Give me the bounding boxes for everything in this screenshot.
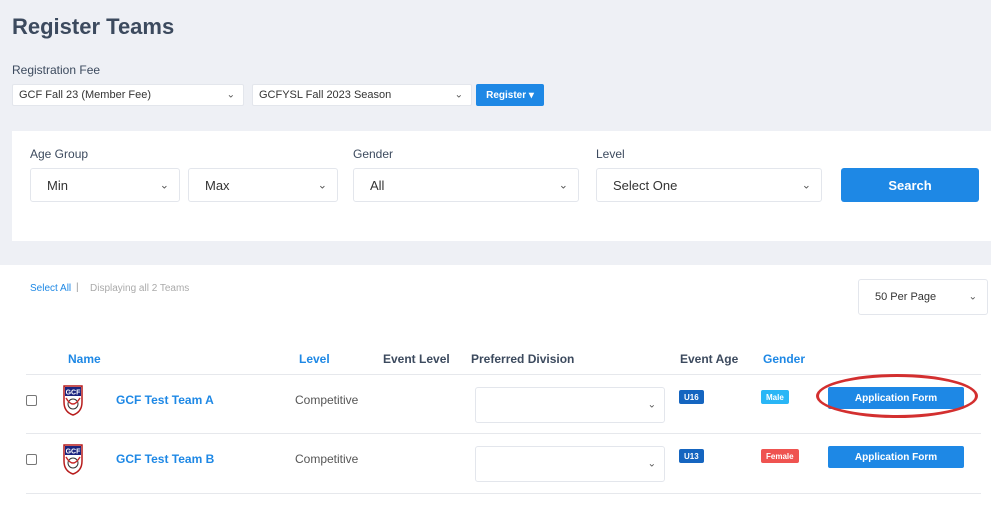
gender-label: Gender <box>353 147 394 161</box>
age-max-value: Max <box>205 177 230 193</box>
age-min-value: Min <box>47 177 68 193</box>
register-button[interactable]: Register ▾ <box>476 84 544 106</box>
per-page-select[interactable]: 50 Per Page ⌄ <box>858 279 988 315</box>
chevron-down-icon: ⌄ <box>226 89 235 101</box>
table-row: GCF GCF Test Team B Competitive ⌄ U13 Fe… <box>12 440 991 496</box>
season-select-value: GCFYSL Fall 2023 Season <box>259 89 392 101</box>
chevron-down-icon: ⌄ <box>647 399 656 411</box>
chevron-down-icon: ⌄ <box>159 179 169 192</box>
age-max-select[interactable]: Max ⌄ <box>188 168 338 202</box>
gender-select-value: All <box>370 177 385 193</box>
results-panel: Select All | Displaying all 2 Teams 50 P… <box>12 265 991 508</box>
chevron-down-icon: ⌄ <box>317 179 327 192</box>
chevron-down-icon: ⌄ <box>558 179 568 192</box>
gcf-logo-icon: GCF <box>63 444 83 475</box>
column-header-name[interactable]: Name <box>68 352 101 366</box>
team-level: Competitive <box>295 452 359 466</box>
highlight-circle <box>816 374 978 418</box>
gcf-logo-icon: GCF <box>63 385 83 416</box>
column-header-event-level: Event Level <box>383 352 450 366</box>
event-age-badge: U13 <box>679 449 704 463</box>
svg-text:GCF: GCF <box>66 390 82 397</box>
row-checkbox[interactable] <box>26 454 37 465</box>
level-select-value: Select One <box>613 177 678 193</box>
gender-badge: Female <box>761 449 799 463</box>
search-button[interactable]: Search <box>841 168 979 202</box>
team-level: Competitive <box>295 393 359 407</box>
select-all-link[interactable]: Select All <box>30 283 71 294</box>
page-title: Register Teams <box>12 14 175 39</box>
per-page-value: 50 Per Page <box>875 291 937 303</box>
column-header-gender[interactable]: Gender <box>763 352 805 366</box>
chevron-down-icon: ⌄ <box>647 458 656 470</box>
preferred-division-select[interactable]: ⌄ <box>475 446 665 482</box>
level-select[interactable]: Select One ⌄ <box>596 168 822 202</box>
column-header-level[interactable]: Level <box>299 352 330 366</box>
displaying-count: Displaying all 2 Teams <box>90 283 190 294</box>
separator: | <box>76 282 79 293</box>
registration-fee-label: Registration Fee <box>12 63 101 77</box>
table-row: GCF GCF Test Team A Competitive ⌄ U16 Ma… <box>12 374 991 437</box>
season-select[interactable]: GCFYSL Fall 2023 Season ⌄ <box>252 84 472 106</box>
application-form-button[interactable]: Application Form <box>828 446 964 468</box>
svg-text:GCF: GCF <box>66 449 82 456</box>
gender-badge: Male <box>761 390 789 404</box>
row-checkbox[interactable] <box>26 395 37 406</box>
chevron-down-icon: ⌄ <box>801 179 811 192</box>
team-name-link[interactable]: GCF Test Team B <box>116 452 214 466</box>
chevron-down-icon: ⌄ <box>454 89 463 101</box>
page-header-area: Register Teams Registration Fee GCF Fall… <box>0 0 991 265</box>
row-divider <box>26 433 981 434</box>
gender-select[interactable]: All ⌄ <box>353 168 579 202</box>
filter-panel: Age Group Min ⌄ Max ⌄ Gender All ⌄ Level… <box>12 131 991 241</box>
header-divider <box>26 374 981 375</box>
team-name-link[interactable]: GCF Test Team A <box>116 393 214 407</box>
row-divider <box>26 493 981 494</box>
preferred-division-select[interactable]: ⌄ <box>475 387 665 423</box>
age-min-select[interactable]: Min ⌄ <box>30 168 180 202</box>
column-header-preferred-division: Preferred Division <box>471 352 575 366</box>
fee-select[interactable]: GCF Fall 23 (Member Fee) ⌄ <box>12 84 244 106</box>
event-age-badge: U16 <box>679 390 704 404</box>
age-group-label: Age Group <box>30 147 89 161</box>
chevron-down-icon: ⌄ <box>968 291 977 303</box>
fee-select-value: GCF Fall 23 (Member Fee) <box>19 89 152 101</box>
column-header-event-age: Event Age <box>680 352 739 366</box>
level-label: Level <box>596 147 625 161</box>
